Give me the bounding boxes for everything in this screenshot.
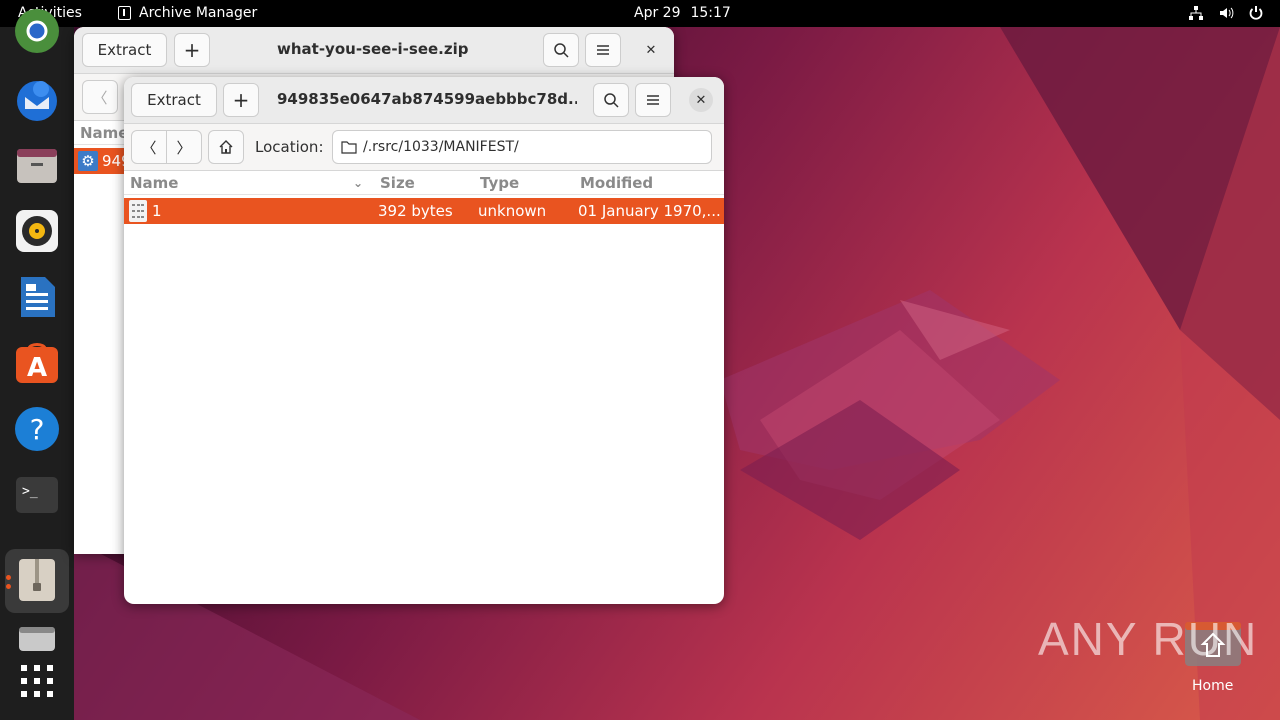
col-name[interactable]: Name bbox=[80, 124, 128, 142]
location-field[interactable]: /.rsrc/1033/MANIFEST/ bbox=[332, 130, 712, 164]
hamburger-icon bbox=[647, 95, 659, 105]
files-icon[interactable] bbox=[13, 141, 61, 189]
column-header: Name ⌄ Size Type Modified bbox=[124, 171, 724, 195]
search-button[interactable] bbox=[543, 33, 579, 67]
menu-button[interactable] bbox=[635, 83, 671, 117]
col-name[interactable]: Name bbox=[130, 174, 178, 192]
chrome-icon[interactable] bbox=[13, 7, 61, 55]
chevron-left-icon: 〈 bbox=[141, 138, 157, 157]
clock[interactable]: Apr 29 15:17 bbox=[634, 5, 731, 21]
gear-file-icon: ⚙ bbox=[78, 151, 98, 171]
location-toolbar: 〈 〉 Location: /.rsrc/1033/MANIFEST/ bbox=[124, 124, 724, 171]
col-modified[interactable]: Modified bbox=[580, 174, 653, 192]
add-button[interactable]: + bbox=[174, 33, 210, 67]
search-icon bbox=[604, 93, 619, 108]
app-menu-label: Archive Manager bbox=[139, 5, 258, 21]
system-tray[interactable] bbox=[1188, 5, 1264, 21]
extract-button[interactable]: Extract bbox=[82, 33, 167, 67]
show-apps-icon[interactable] bbox=[13, 657, 61, 705]
folder-icon bbox=[341, 141, 357, 154]
table-row[interactable]: 1 392 bytes unknown 01 January 1970,... bbox=[124, 198, 724, 224]
power-icon bbox=[1248, 5, 1264, 21]
app-center-icon[interactable]: A bbox=[13, 339, 61, 387]
plus-icon: + bbox=[183, 38, 201, 62]
drive-icon[interactable] bbox=[13, 615, 61, 663]
running-indicator bbox=[6, 575, 11, 580]
archive-window-front[interactable]: Extract + 949835e0647ab874599aebbbc78d..… bbox=[124, 77, 724, 604]
extract-button[interactable]: Extract bbox=[131, 83, 217, 117]
chevron-left-icon: 〈 bbox=[92, 88, 108, 107]
clock-time: 15:17 bbox=[690, 5, 731, 21]
row-modified: 01 January 1970,... bbox=[578, 202, 721, 220]
close-button[interactable]: ✕ bbox=[639, 38, 663, 62]
window-title: what-you-see-i-see.zip bbox=[277, 40, 469, 58]
close-icon: ✕ bbox=[695, 92, 707, 108]
headerbar: Extract + what-you-see-i-see.zip ✕ bbox=[74, 27, 674, 74]
svg-text:>_: >_ bbox=[22, 484, 38, 499]
window-title: 949835e0647ab874599aebbbc78d... bbox=[277, 90, 577, 108]
clock-date: Apr 29 bbox=[634, 5, 681, 21]
home-icon bbox=[219, 140, 233, 154]
search-button[interactable] bbox=[593, 83, 629, 117]
archive-manager-icon bbox=[118, 6, 131, 20]
binary-file-icon bbox=[129, 200, 147, 222]
home-label: Home bbox=[1192, 678, 1234, 694]
chevron-right-icon: 〉 bbox=[176, 138, 192, 157]
terminal-icon[interactable]: >_ bbox=[13, 471, 61, 519]
row-size: 392 bytes bbox=[378, 202, 453, 220]
close-icon: ✕ bbox=[645, 42, 657, 58]
dock: A ? >_ bbox=[0, 9, 74, 720]
libreoffice-writer-icon[interactable] bbox=[13, 273, 61, 321]
app-menu[interactable]: Archive Manager bbox=[118, 5, 257, 21]
close-button[interactable]: ✕ bbox=[689, 88, 713, 112]
location-value: /.rsrc/1033/MANIFEST/ bbox=[363, 139, 519, 155]
thunderbird-icon[interactable] bbox=[13, 75, 61, 123]
help-icon[interactable]: ? bbox=[13, 405, 61, 453]
row-name: 1 bbox=[152, 202, 162, 220]
col-size[interactable]: Size bbox=[380, 174, 415, 192]
hamburger-icon bbox=[597, 45, 609, 55]
sort-chevron-icon: ⌄ bbox=[353, 176, 364, 190]
plus-icon: + bbox=[232, 88, 250, 112]
watermark-text: ANY RUN bbox=[1038, 613, 1259, 665]
headerbar: Extract + 949835e0647ab874599aebbbc78d..… bbox=[124, 77, 724, 124]
network-icon bbox=[1188, 5, 1204, 21]
row-type: unknown bbox=[478, 202, 547, 220]
add-button[interactable]: + bbox=[223, 83, 259, 117]
location-label: Location: bbox=[255, 138, 324, 156]
forward-button[interactable]: 〉 bbox=[166, 130, 202, 164]
back-button[interactable]: 〈 bbox=[82, 80, 118, 114]
archive-manager-dock-item[interactable] bbox=[5, 549, 69, 613]
search-icon bbox=[554, 43, 569, 58]
svg-text:?: ? bbox=[30, 413, 45, 446]
home-button[interactable] bbox=[208, 130, 244, 164]
volume-icon bbox=[1218, 5, 1234, 21]
back-button[interactable]: 〈 bbox=[131, 130, 167, 164]
svg-text:A: A bbox=[27, 353, 47, 383]
menu-button[interactable] bbox=[585, 33, 621, 67]
rhythmbox-icon[interactable] bbox=[13, 207, 61, 255]
top-bar: Activities Archive Manager Apr 29 15:17 bbox=[0, 0, 1280, 27]
running-indicator bbox=[6, 584, 11, 589]
col-type[interactable]: Type bbox=[480, 174, 519, 192]
anyrun-watermark: ANY RUN bbox=[1038, 612, 1258, 666]
